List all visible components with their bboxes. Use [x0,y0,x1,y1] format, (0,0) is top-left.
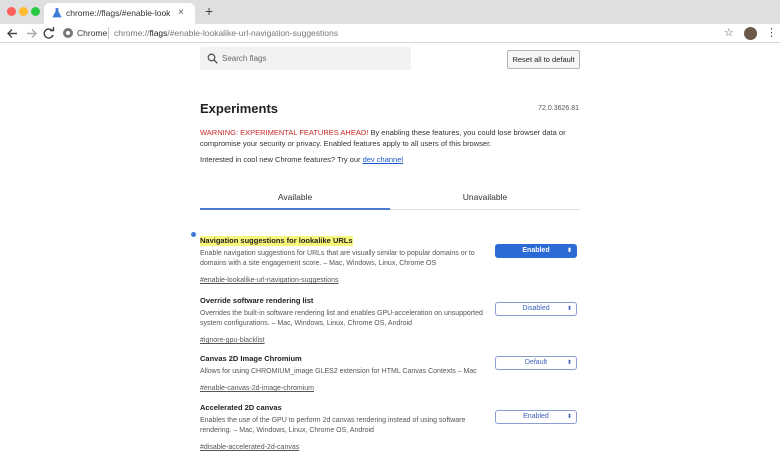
experiment-link[interactable]: #disable-accelerated-2d-canvas [200,444,299,451]
tab-strip: chrome://flags/#enable-lookalik × + [0,0,780,24]
active-tab-indicator [200,208,390,210]
tab-unavailable[interactable]: Unavailable [390,192,580,202]
reload-icon[interactable] [41,26,57,41]
experiment-select[interactable]: Enabled ⬍ [495,410,577,424]
experiment-description: Enables the use of the GPU to perform 2d… [200,417,466,434]
back-icon[interactable] [4,26,20,41]
page-title: Experiments [200,101,279,116]
experiment-description: Enable navigation suggestions for URLs t… [200,250,475,267]
experiment-description: Allows for using CHROMIUM_image GLES2 ex… [200,368,477,375]
experiment-name: Navigation suggestions for lookalike URL… [200,236,353,246]
version-label: 72.0.3626.81 [538,105,579,112]
search-icon [207,53,218,64]
minimize-window-button[interactable] [19,7,28,16]
toolbar: Chrome chrome://flags/#enable-lookalike-… [0,24,780,43]
avatar[interactable] [744,27,757,40]
maximize-window-button[interactable] [31,7,40,16]
chrome-info-icon[interactable] [62,27,74,39]
experiment-accelerated-canvas: Accelerated 2D canvas Enables the use of… [200,397,580,452]
omnibox-url[interactable]: chrome://flags/#enable-lookalike-url-nav… [114,28,338,38]
warning-strong: WARNING: EXPERIMENTAL FEATURES AHEAD! [200,128,369,137]
browser-tab[interactable]: chrome://flags/#enable-lookalik × [44,3,195,24]
star-icon[interactable]: ☆ [724,26,734,39]
select-arrows-icon: ⬍ [566,360,572,366]
omnibox-chrome-label: Chrome [77,28,108,38]
new-tab-button[interactable]: + [205,4,213,18]
experiment-name: Accelerated 2D canvas [200,403,282,412]
flask-icon [52,8,62,18]
experiment-canvas-image-chromium: Canvas 2D Image Chromium Allows for usin… [200,348,580,395]
menu-icon[interactable]: ⋮ [766,26,777,39]
browser-window: chrome://flags/#enable-lookalik × + Chro… [0,0,780,452]
close-window-button[interactable] [7,7,16,16]
dev-channel-link[interactable]: dev channel [363,155,403,164]
experiment-name: Canvas 2D Image Chromium [200,354,302,363]
experiment-link[interactable]: #enable-canvas-2d-image-chromium [200,385,314,392]
forward-icon[interactable] [24,26,40,41]
experiment-lookalike-urls: Navigation suggestions for lookalike URL… [191,230,580,287]
tab-divider [390,209,580,210]
experiment-select[interactable]: Default ⬍ [495,356,577,370]
dev-channel-note: Interested in cool new Chrome features? … [200,155,404,164]
search-input[interactable] [222,51,402,66]
warning-message: WARNING: EXPERIMENTAL FEATURES AHEAD! By… [200,127,572,149]
select-arrows-icon: ⬍ [566,306,572,312]
tab-close-icon[interactable]: × [178,7,184,19]
experiment-select[interactable]: Disabled ⬍ [495,302,577,316]
tab-available[interactable]: Available [200,192,390,202]
reset-all-button[interactable]: Reset all to default [507,50,580,69]
experiment-name: Override software rendering list [200,296,314,305]
modified-indicator [191,232,196,237]
search-box [200,47,411,70]
experiment-description: Overrides the built-in software renderin… [200,310,483,327]
omnibox-separator [108,27,109,39]
tab-title: chrome://flags/#enable-lookalik [66,8,170,18]
experiment-software-rendering: Override software rendering list Overrid… [200,290,580,347]
experiment-link[interactable]: #enable-lookalike-url-navigation-suggest… [200,277,339,284]
select-arrows-icon: ⬍ [566,248,572,254]
select-arrows-icon: ⬍ [566,414,572,420]
experiment-link[interactable]: #ignore-gpu-blacklist [200,337,265,344]
experiment-select[interactable]: Enabled ⬍ [495,244,577,258]
